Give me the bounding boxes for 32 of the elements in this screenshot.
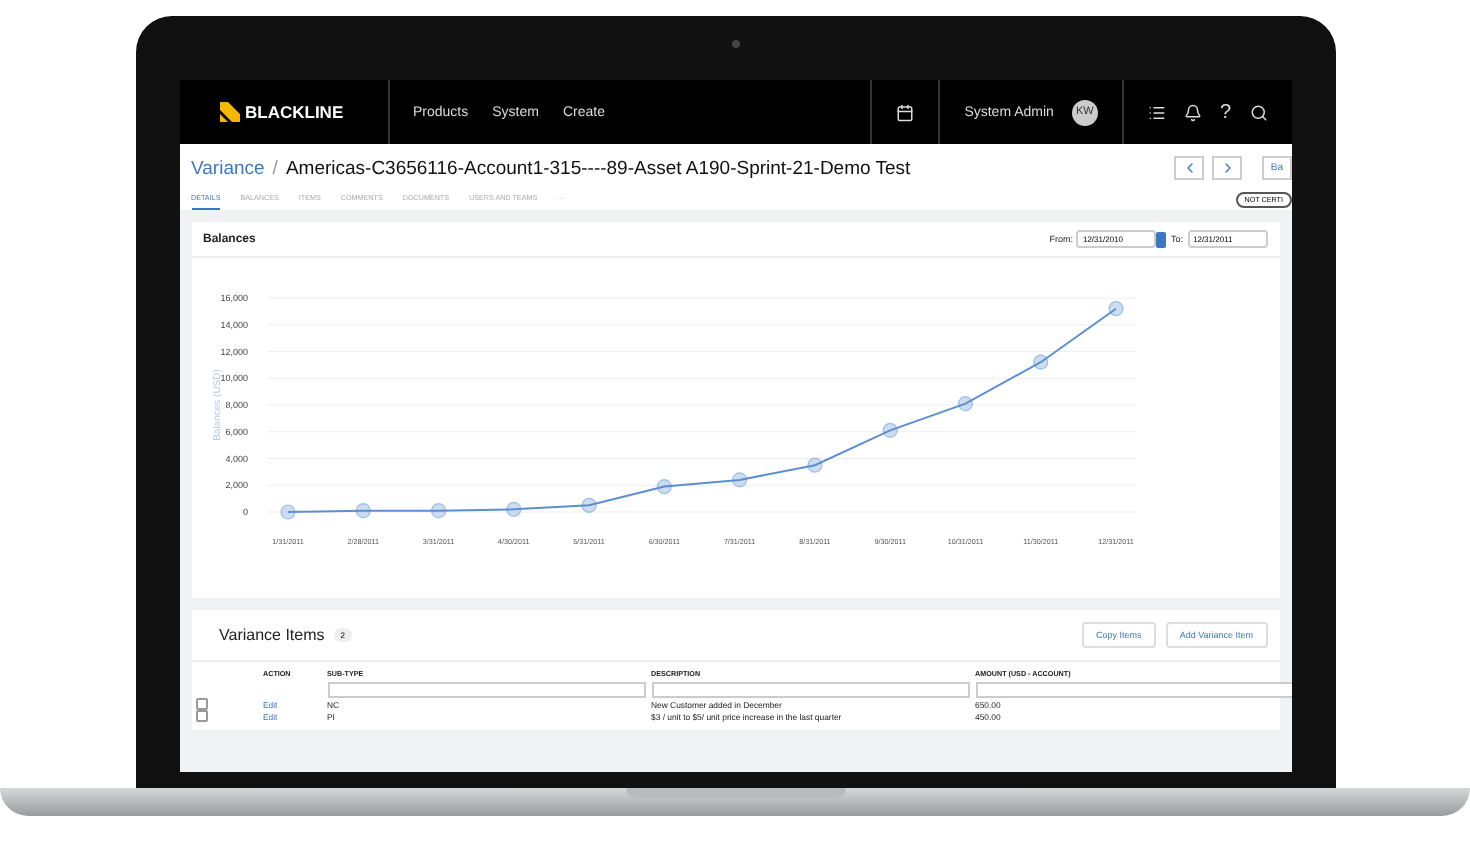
help-icon[interactable]: ?	[1219, 101, 1231, 123]
breadcrumb-separator: /	[272, 157, 278, 179]
data-point[interactable]	[354, 503, 370, 519]
logo-text: BLACKLINE	[245, 102, 344, 122]
data-point[interactable]	[1032, 354, 1048, 370]
previous-button[interactable]	[1174, 156, 1205, 180]
filter-field[interactable]	[651, 682, 969, 698]
row-checkbox[interactable]	[195, 710, 207, 722]
data-point[interactable]	[655, 479, 671, 495]
page-title: Americas-C3656116-Account1-315----89-Asset A190-Sprint-21-Demo Test	[285, 157, 913, 179]
filter-field[interactable]	[327, 682, 645, 698]
row-checkbox[interactable]	[195, 698, 207, 710]
list-icon[interactable]	[1147, 103, 1166, 121]
data-point[interactable]	[881, 422, 897, 438]
data-point[interactable]	[279, 504, 295, 520]
data-point[interactable]	[505, 501, 521, 517]
next-button[interactable]	[1212, 156, 1243, 180]
bell-icon[interactable]	[1183, 103, 1202, 121]
camera-icon	[731, 40, 739, 48]
filter-field[interactable]	[975, 682, 1291, 698]
data-point[interactable]	[731, 472, 747, 488]
breadcrumb-link[interactable]: Variance	[191, 157, 265, 179]
logo-icon	[219, 102, 239, 122]
data-point[interactable]	[956, 396, 973, 412]
data-point[interactable]	[580, 497, 596, 513]
date-picker-icon[interactable]	[1156, 231, 1167, 247]
section-title: Variance Items	[219, 626, 325, 644]
calendar-icon[interactable]	[896, 103, 915, 121]
data-point[interactable]	[429, 503, 446, 519]
data-point[interactable]	[1107, 301, 1123, 317]
data-point[interactable]	[806, 457, 822, 473]
search-icon[interactable]	[1249, 103, 1267, 121]
